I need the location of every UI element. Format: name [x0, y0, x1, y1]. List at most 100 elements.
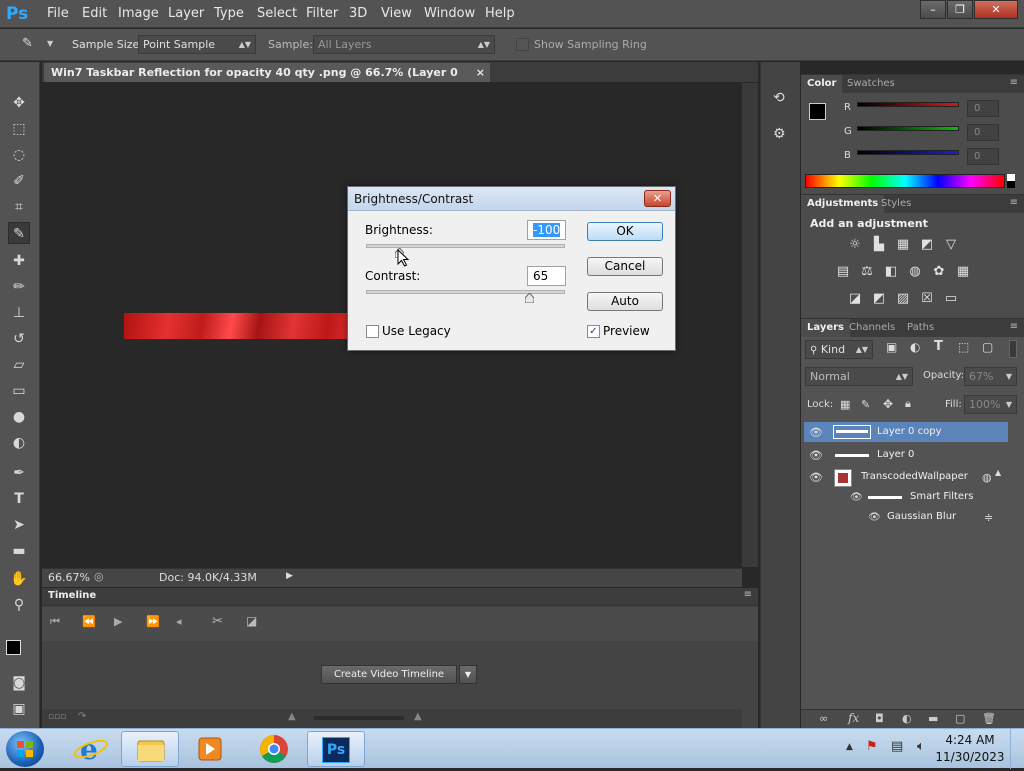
show-ring-checkbox[interactable]: [516, 38, 529, 51]
filter-options-icon[interactable]: ≑: [984, 511, 993, 524]
fx-icon[interactable]: fx: [848, 711, 859, 725]
zoom-level[interactable]: 66.67%: [48, 571, 90, 584]
convert-icon[interactable]: ↷: [78, 711, 86, 722]
lock-all-icon[interactable]: 🔒︎: [905, 397, 911, 411]
document-tab[interactable]: Win7 Taskbar Reflection for opacity 40 q…: [44, 63, 490, 98]
contrast-input[interactable]: 65: [527, 266, 566, 286]
menu-edit[interactable]: Edit: [82, 6, 107, 21]
internet-explorer-taskbar-icon[interactable]: e: [62, 731, 120, 767]
status-menu-arrow-icon[interactable]: ▶: [286, 571, 293, 581]
menu-select[interactable]: Select: [257, 6, 297, 21]
start-button[interactable]: [6, 731, 44, 767]
type-tool-icon[interactable]: T: [8, 488, 30, 510]
contrast-slider-track[interactable]: [366, 290, 565, 294]
color-balance-adjustment-icon[interactable]: ⚖: [859, 264, 875, 280]
eraser-tool-icon[interactable]: ▱: [8, 354, 30, 376]
media-player-taskbar-icon[interactable]: [180, 731, 238, 767]
preview-checkbox[interactable]: ✓: [587, 325, 600, 338]
vibrance-adjustment-icon[interactable]: ▽: [943, 237, 959, 253]
tab-paths[interactable]: Paths: [901, 319, 940, 337]
photoshop-taskbar-icon[interactable]: Ps: [307, 731, 365, 767]
quick-select-tool-icon[interactable]: ✐: [8, 170, 30, 192]
clock-date[interactable]: 11/30/2023: [935, 750, 1005, 764]
menu-help[interactable]: Help: [485, 6, 515, 21]
go-first-frame-icon[interactable]: ⏮: [50, 615, 60, 629]
color-lookup-adjustment-icon[interactable]: ▦: [955, 264, 971, 280]
crop-tool-icon[interactable]: ⌗: [8, 196, 30, 218]
lock-position-icon[interactable]: ✥: [883, 397, 893, 411]
foreground-color-swatch[interactable]: [6, 640, 21, 655]
brightness-input[interactable]: -100: [527, 220, 566, 240]
selective-color-adjustment-icon[interactable]: ☒: [919, 291, 935, 307]
clock-time[interactable]: 4:24 AM: [935, 733, 1005, 747]
color-spectrum-bar[interactable]: [805, 174, 1005, 188]
menu-layer[interactable]: Layer: [168, 6, 204, 21]
zoom-in-timeline-icon[interactable]: ▲: [414, 711, 422, 722]
minimize-button[interactable]: –: [920, 0, 946, 19]
opacity-input[interactable]: 67% ▼: [964, 367, 1017, 386]
screen-mode-icon[interactable]: ▣: [8, 698, 30, 720]
lock-transparent-icon[interactable]: ▦: [840, 398, 850, 411]
menu-3d[interactable]: 3D: [349, 6, 367, 21]
add-mask-icon[interactable]: ◘: [875, 712, 884, 725]
black-white-swatch[interactable]: [1007, 174, 1015, 188]
blur-tool-icon[interactable]: ●: [8, 406, 30, 428]
black-white-adjustment-icon[interactable]: ◧: [883, 264, 899, 280]
brightness-adjustment-icon[interactable]: ☼: [847, 237, 863, 253]
use-legacy-checkbox[interactable]: [366, 325, 379, 338]
fill-input[interactable]: 100% ▼: [964, 395, 1017, 414]
contrast-slider-handle[interactable]: [524, 292, 535, 304]
brush-tool-icon[interactable]: ✏: [8, 276, 30, 298]
hand-tool-icon[interactable]: ✋: [8, 568, 30, 590]
show-desktop-button[interactable]: [1010, 729, 1024, 769]
tab-channels[interactable]: Channels: [843, 319, 901, 337]
gradient-map-adjustment-icon[interactable]: ▭: [943, 291, 959, 307]
visibility-eye-icon[interactable]: 👁︎: [808, 471, 824, 485]
tab-color[interactable]: Color: [801, 75, 843, 93]
hue-saturation-adjustment-icon[interactable]: ▤: [835, 264, 851, 280]
menu-view[interactable]: View: [381, 6, 412, 21]
tab-adjustments[interactable]: Adjustments: [801, 195, 885, 213]
blue-value-input[interactable]: 0: [967, 148, 999, 165]
shape-tool-icon[interactable]: ▬: [8, 540, 30, 562]
collapse-chevron-icon[interactable]: ▲: [995, 468, 1001, 477]
panel-menu-icon[interactable]: ≡: [1010, 77, 1018, 88]
render-icon[interactable]: ▫▫▫: [48, 712, 66, 722]
posterize-adjustment-icon[interactable]: ◩: [871, 291, 887, 307]
create-video-timeline-button[interactable]: Create Video Timeline: [321, 665, 457, 684]
chrome-taskbar-icon[interactable]: [245, 731, 303, 767]
tab-swatches[interactable]: Swatches: [841, 75, 901, 93]
menu-type[interactable]: Type: [214, 6, 244, 21]
properties-panel-icon[interactable]: ⚙: [773, 126, 786, 142]
dialog-close-button[interactable]: ✕: [644, 190, 671, 207]
invert-adjustment-icon[interactable]: ◪: [847, 291, 863, 307]
lasso-tool-icon[interactable]: ◌: [8, 144, 30, 166]
kind-filter-select[interactable]: ⚲ Kind ▲▼: [805, 340, 873, 359]
blue-slider[interactable]: [857, 150, 959, 155]
eyedropper-tool-icon[interactable]: ✎: [8, 222, 30, 244]
timeline-dropdown-chevron-icon[interactable]: ▼: [459, 665, 477, 684]
stamp-tool-icon[interactable]: ⊥: [8, 302, 30, 324]
visibility-eye-icon[interactable]: 👁︎: [850, 492, 863, 503]
threshold-adjustment-icon[interactable]: ▨: [895, 291, 911, 307]
layer-name[interactable]: Layer 0 copy: [877, 421, 1024, 443]
move-tool-icon[interactable]: ✥: [8, 92, 30, 114]
photo-filter-adjustment-icon[interactable]: ◍: [907, 264, 923, 280]
close-window-button[interactable]: ✕: [974, 0, 1018, 19]
history-panel-icon[interactable]: ⟲: [773, 90, 785, 106]
quick-mask-icon[interactable]: ◙: [8, 672, 30, 694]
previous-frame-icon[interactable]: ⏪: [82, 615, 96, 628]
status-info-icon[interactable]: ◎: [94, 570, 104, 583]
gradient-tool-icon[interactable]: ▭: [8, 380, 30, 402]
play-icon[interactable]: ▶: [114, 615, 122, 628]
smart-filters-label[interactable]: Smart Filters: [910, 486, 1024, 508]
eyedropper-icon[interactable]: ✎: [22, 36, 42, 52]
pen-tool-icon[interactable]: ✒: [8, 462, 30, 484]
dodge-tool-icon[interactable]: ◐: [8, 432, 30, 454]
filter-type-icon[interactable]: T: [934, 339, 943, 354]
lock-pixels-icon[interactable]: ✎: [861, 398, 870, 411]
panel-menu-icon[interactable]: ≡: [1010, 197, 1018, 208]
zoom-out-timeline-icon[interactable]: ▲: [288, 711, 296, 722]
red-value-input[interactable]: 0: [967, 100, 999, 117]
filter-smart-object-icon[interactable]: ▢: [982, 340, 993, 354]
